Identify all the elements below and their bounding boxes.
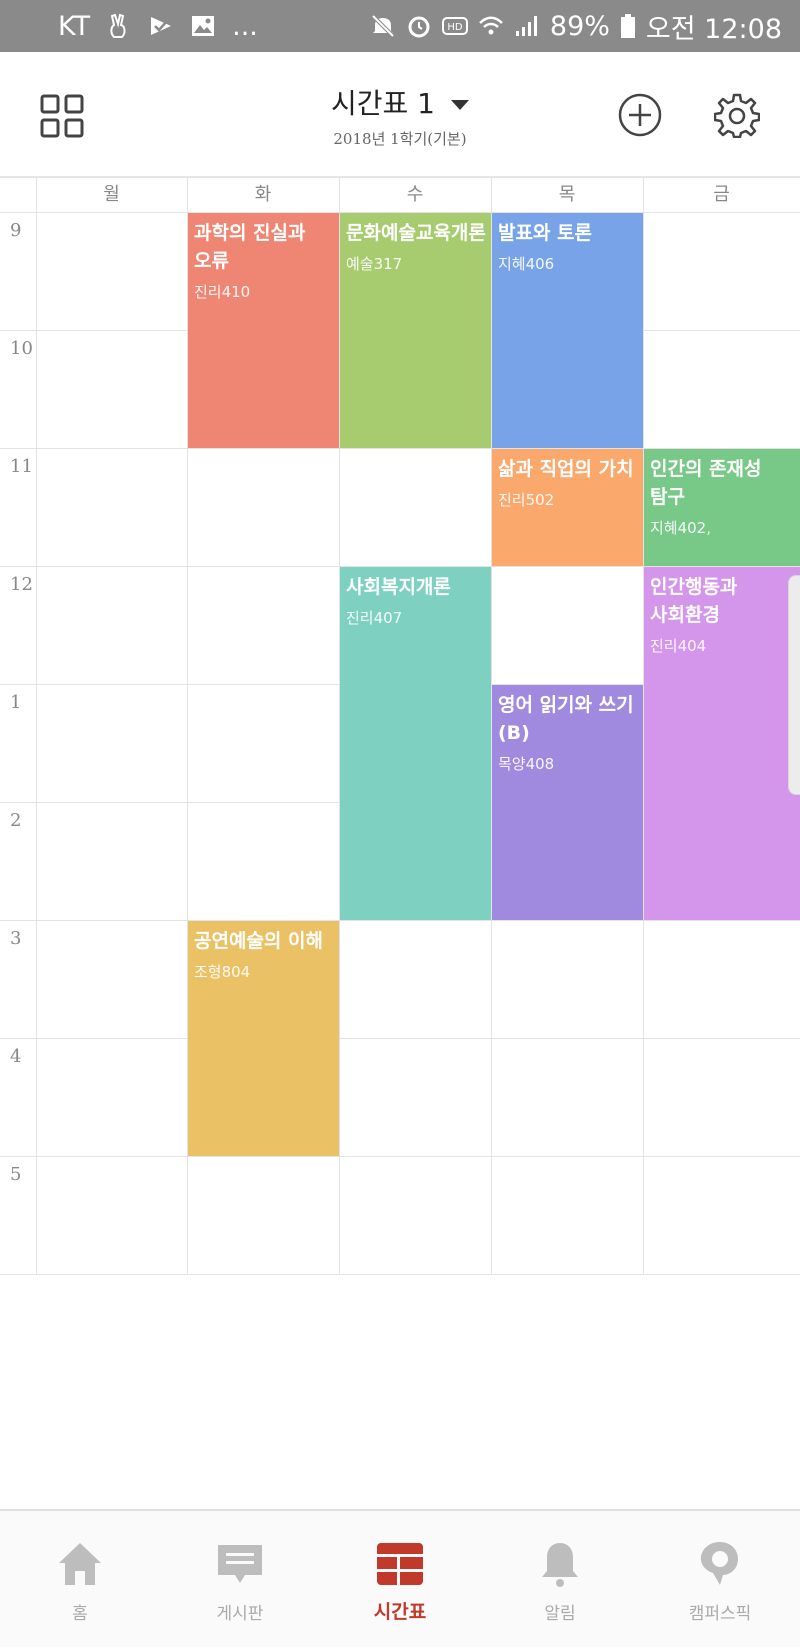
bottom-navigation: 홈 게시판 시간표 알림 캠퍼스픽 (0, 1509, 800, 1647)
board-icon (215, 1539, 265, 1589)
gear-icon[interactable] (714, 92, 760, 138)
more-notifications: ... (232, 10, 258, 42)
status-bar: KT ... HD 89% 오전 12:08 (0, 0, 800, 52)
course-block[interactable]: 삶과 직업의 가치진리502 (492, 449, 643, 566)
course-room: 지혜406 (498, 255, 555, 273)
signal-icon (515, 16, 537, 36)
course-name: 발표와 토론 (498, 222, 593, 244)
course-block[interactable]: 사회복지개론진리407 (340, 567, 491, 920)
home-icon (55, 1539, 105, 1589)
nav-tab-home[interactable]: 홈 (0, 1511, 160, 1647)
course-name: 사회복지개론 (346, 576, 451, 598)
hour-label: 10 (10, 338, 33, 359)
wifi-icon (479, 16, 503, 35)
hour-label: 11 (10, 456, 33, 477)
course-room: 진리502 (498, 491, 555, 509)
grid-row-line (0, 1038, 800, 1039)
gallery-icon (192, 16, 215, 36)
hour-label: 12 (10, 574, 33, 595)
course-room: 조형804 (194, 963, 251, 981)
page-title: 시간표 1 (331, 87, 435, 120)
course-name: 삶과 직업의 가치 (498, 458, 634, 480)
check-flag-icon (151, 17, 172, 35)
hour-label: 5 (10, 1164, 22, 1185)
course-block[interactable]: 발표와 토론지혜406 (492, 213, 643, 448)
course-block[interactable]: 문화예술교육개론예술317 (340, 213, 491, 448)
hour-label: 9 (10, 220, 22, 241)
carrier-label: KT (58, 10, 91, 42)
battery-percent: 89% (549, 10, 610, 42)
nav-label: 시간표 (373, 1601, 427, 1623)
nav-tab-campuspick[interactable]: 캠퍼스픽 (640, 1511, 800, 1647)
semester-subtitle: 2018년 1학기(기본) (333, 130, 467, 148)
course-name: 인간행동과 사회환경 (650, 576, 738, 626)
course-block[interactable]: 영어 읽기와 쓰기(B) 목양408 (492, 685, 643, 920)
caret-down-icon (451, 99, 469, 110)
course-room: 진리407 (346, 609, 403, 627)
course-room: 목양408 (498, 755, 555, 773)
svg-text:HD: HD (447, 22, 463, 33)
course-room: 예술317 (346, 255, 403, 273)
nav-label: 게시판 (216, 1604, 264, 1624)
day-header: 금 (713, 184, 730, 205)
hd-icon: HD (441, 17, 468, 35)
grid-row-line (0, 920, 800, 921)
nav-tab-timetable[interactable]: 시간표 (320, 1511, 480, 1647)
nav-label: 알림 (544, 1604, 576, 1624)
battery-icon (620, 14, 635, 38)
alarm-icon (408, 16, 430, 38)
course-block[interactable]: 인간행동과 사회환경진리404 (644, 567, 800, 920)
mute-icon (371, 14, 395, 38)
course-name: 과학의 진실과 오류 (194, 222, 306, 272)
nav-label: 홈 (72, 1604, 88, 1624)
course-room: 진리410 (194, 283, 251, 301)
bell-icon (535, 1539, 585, 1589)
hour-label: 4 (10, 1046, 22, 1067)
timetable-icon (375, 1539, 425, 1589)
course-name: 문화예술교육개론 (346, 222, 486, 244)
day-header: 화 (254, 184, 272, 205)
hour-label: 3 (10, 928, 22, 949)
course-block[interactable]: 인간의 존재성 탐구지혜402, (644, 449, 800, 566)
course-name: 공연예술의 이해 (194, 930, 323, 952)
day-header: 수 (406, 184, 424, 205)
app-header: 시간표 1 2018년 1학기(기본) (0, 52, 800, 177)
course-room: 지혜402, (650, 519, 711, 537)
timetable-title-selector[interactable]: 시간표 1 2018년 1학기(기본) (0, 82, 800, 149)
scroll-handle[interactable] (788, 575, 800, 795)
nav-label: 캠퍼스픽 (688, 1604, 752, 1624)
course-block[interactable]: 공연예술의 이해조형804 (188, 921, 339, 1156)
victory-hand-icon (110, 13, 126, 38)
nav-tab-bell[interactable]: 알림 (480, 1511, 640, 1647)
nav-tab-board[interactable]: 게시판 (160, 1511, 320, 1647)
course-name: 영어 읽기와 쓰기(B) (498, 694, 634, 744)
grid-row-line (0, 1274, 800, 1275)
course-name: 인간의 존재성 탐구 (650, 458, 762, 508)
plus-circle-icon[interactable] (617, 92, 663, 138)
course-room: 진리404 (650, 637, 707, 655)
day-header: 목 (558, 184, 576, 205)
course-block[interactable]: 과학의 진실과 오류진리410 (188, 213, 339, 448)
hour-label: 1 (10, 692, 22, 713)
clock: 오전 12:08 (645, 13, 782, 45)
campuspick-icon (695, 1539, 745, 1589)
grid-row-line (0, 1156, 800, 1157)
hour-label: 2 (10, 810, 22, 831)
day-header: 월 (103, 184, 120, 205)
grid-column-line (36, 177, 37, 1274)
